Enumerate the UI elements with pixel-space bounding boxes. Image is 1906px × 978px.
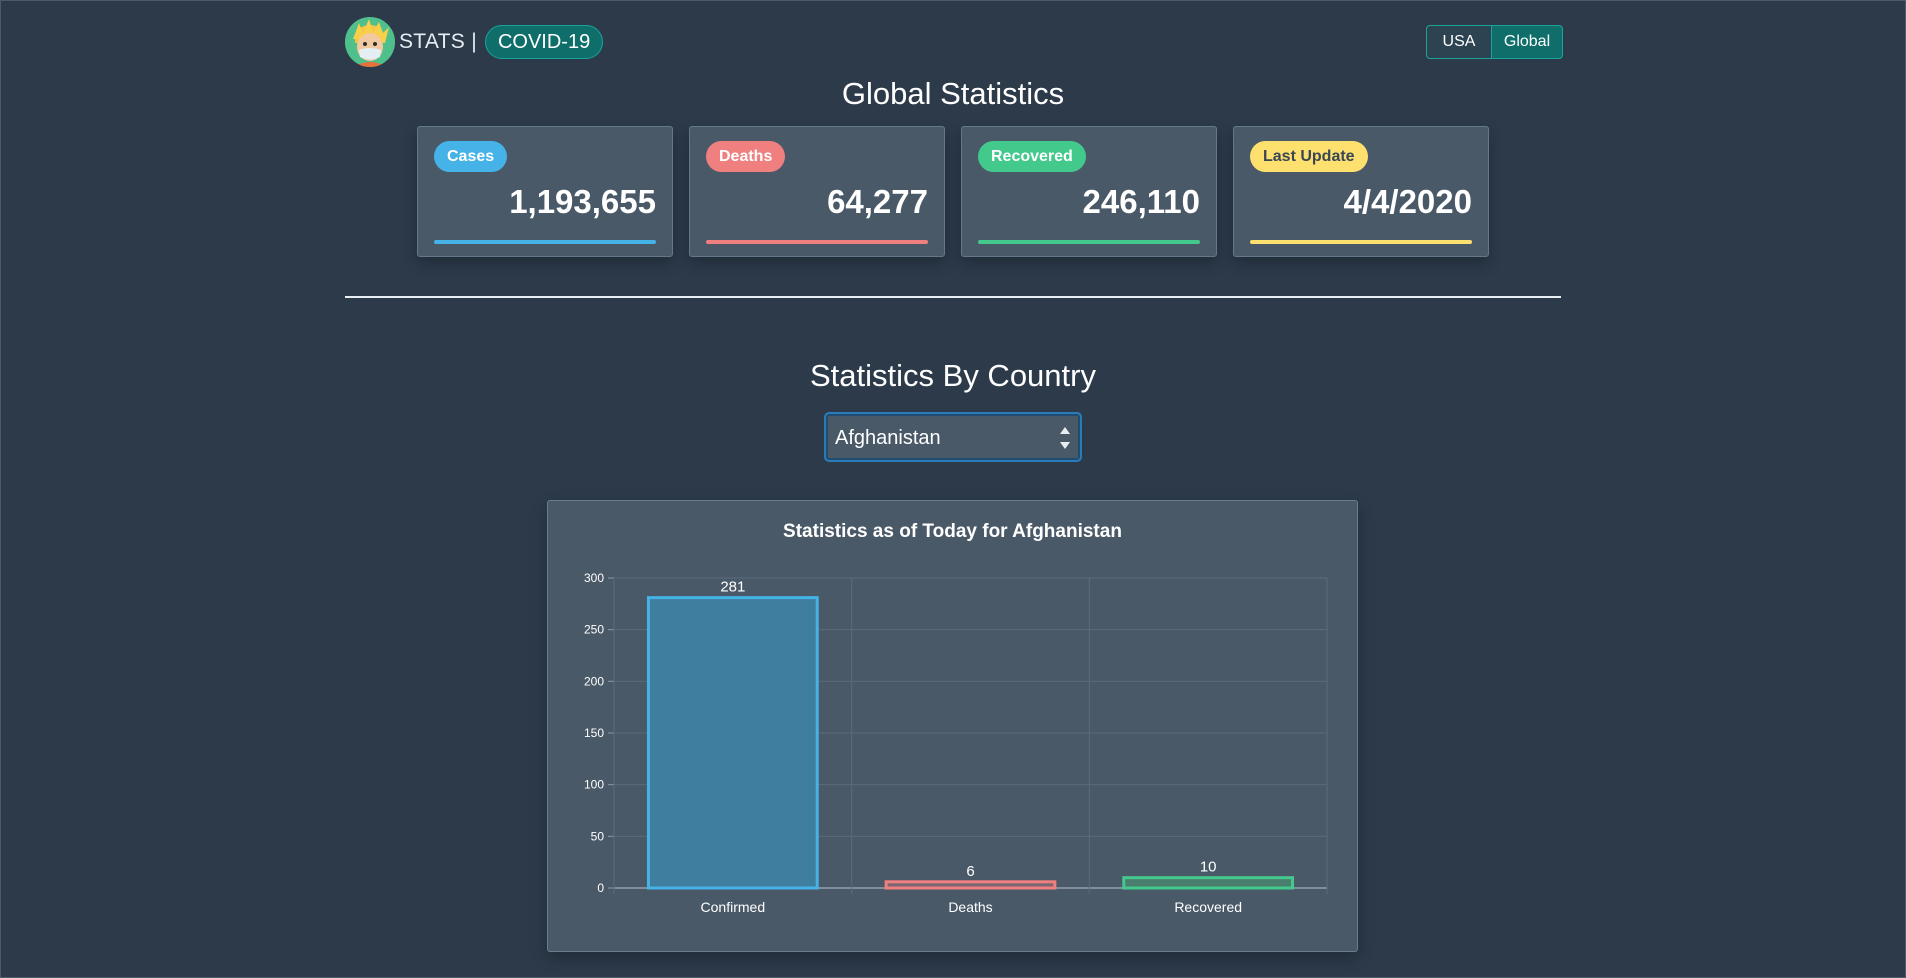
y-tick-label: 100 (584, 778, 604, 792)
brand[interactable]: STATS | COVID-19 (345, 16, 604, 68)
y-tick-label: 200 (584, 674, 604, 688)
recovered-value: 246,110 (1082, 183, 1200, 220)
y-tick-label: 0 (597, 881, 604, 895)
deaths-accent-bar (706, 240, 928, 244)
last-update-badge: Last Update (1250, 141, 1368, 172)
y-tick-label: 250 (584, 623, 604, 637)
x-tick-label: Deaths (948, 899, 992, 915)
last-update-value: 4/4/2020 (1343, 183, 1472, 220)
y-tick-label: 300 (584, 571, 604, 585)
usa-button[interactable]: USA (1426, 25, 1492, 59)
region-toggle: USA Global (1426, 25, 1563, 59)
x-tick-label: Confirmed (701, 899, 766, 915)
country-select[interactable]: Afghanistan (824, 412, 1082, 462)
country-statistics-heading: Statistics By Country (810, 358, 1096, 393)
recovered-accent-bar (978, 240, 1200, 244)
select-arrows-icon (1060, 427, 1070, 449)
cases-accent-bar (434, 240, 656, 244)
masked-avatar-logo (345, 17, 395, 67)
country-bar-chart: 0 50 100 150 200 250 300 281 Confirmed 6 Deaths 10 R… (584, 571, 1328, 915)
bar-recovered (1122, 876, 1295, 890)
bar-value-label: 281 (720, 579, 745, 596)
cases-value: 1,193,655 (509, 183, 656, 220)
global-button[interactable]: Global (1492, 25, 1563, 59)
deaths-badge: Deaths (706, 141, 786, 172)
bar-deaths (884, 880, 1057, 890)
stat-card-cases: Cases 1,193,655 (417, 126, 673, 257)
last-update-accent-bar (1250, 240, 1472, 244)
x-tick-label: Recovered (1174, 899, 1242, 915)
stat-card-last-update: Last Update 4/4/2020 (1233, 126, 1489, 257)
stat-card-deaths: Deaths 64,277 (689, 126, 945, 257)
recovered-badge: Recovered (978, 141, 1086, 172)
y-tick-label: 50 (591, 829, 605, 843)
country-select-value: Afghanistan (835, 427, 941, 449)
bar-value-label: 10 (1200, 859, 1217, 876)
global-stat-cards: Cases 1,193,655 Deaths 64,277 Recovered … (417, 126, 1489, 257)
brand-pill-covid: COVID-19 (484, 25, 604, 59)
global-statistics-heading: Global Statistics (841, 76, 1065, 111)
section-divider (345, 296, 1561, 298)
bar-confirmed (646, 596, 819, 890)
bar-value-label: 6 (966, 863, 974, 880)
brand-text: STATS | (399, 30, 477, 53)
country-chart-card: Statistics as of Today for Afghanistan 0… (547, 500, 1358, 952)
stat-card-recovered: Recovered 246,110 (961, 126, 1217, 257)
cases-badge: Cases (434, 141, 508, 172)
deaths-value: 64,277 (827, 183, 928, 220)
y-tick-label: 150 (584, 726, 604, 740)
